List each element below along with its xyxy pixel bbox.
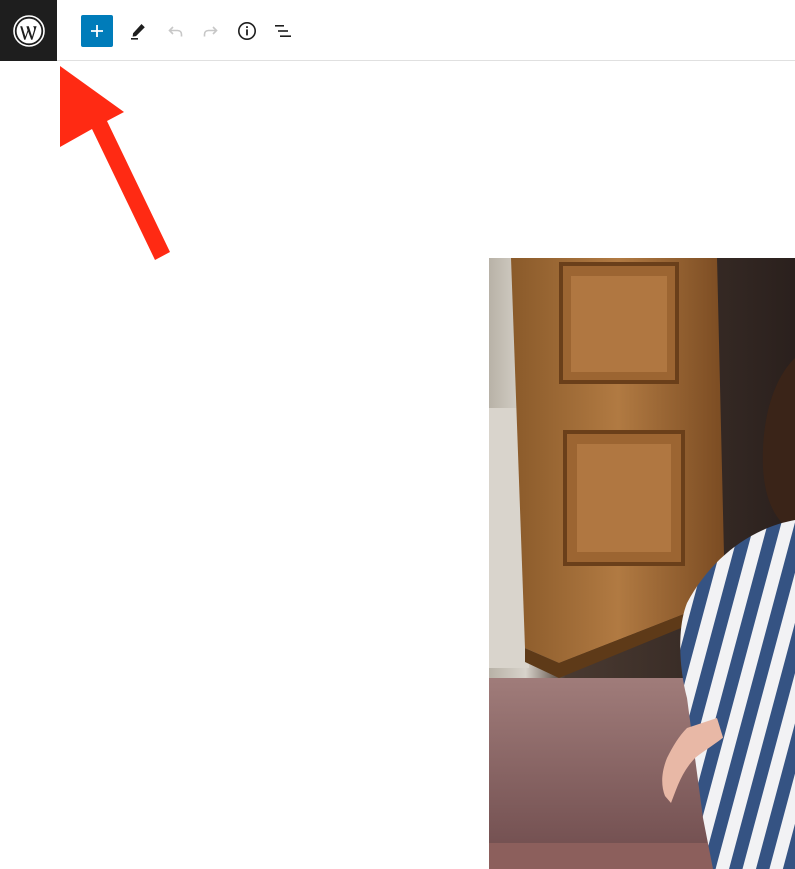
block-editor: [0, 0, 795, 869]
wordpress-logo-icon: [12, 14, 45, 47]
editor-canvas[interactable]: [0, 61, 795, 869]
info-icon: [238, 22, 256, 40]
list-view-icon: [275, 25, 291, 37]
pencil-icon: [131, 24, 145, 40]
editor-header: [0, 0, 795, 61]
image-block[interactable]: [489, 258, 795, 869]
photo-image: [489, 258, 795, 869]
undo-icon: [168, 26, 183, 37]
add-block-button[interactable]: [81, 15, 113, 47]
redo-icon: [203, 26, 218, 37]
details-button[interactable]: [231, 15, 263, 47]
undo-button[interactable]: [159, 15, 191, 47]
wordpress-logo-button[interactable]: [0, 0, 57, 61]
redo-button[interactable]: [195, 15, 227, 47]
plus-icon: [91, 25, 103, 37]
list-view-button[interactable]: [267, 15, 299, 47]
tools-button[interactable]: [122, 15, 154, 47]
